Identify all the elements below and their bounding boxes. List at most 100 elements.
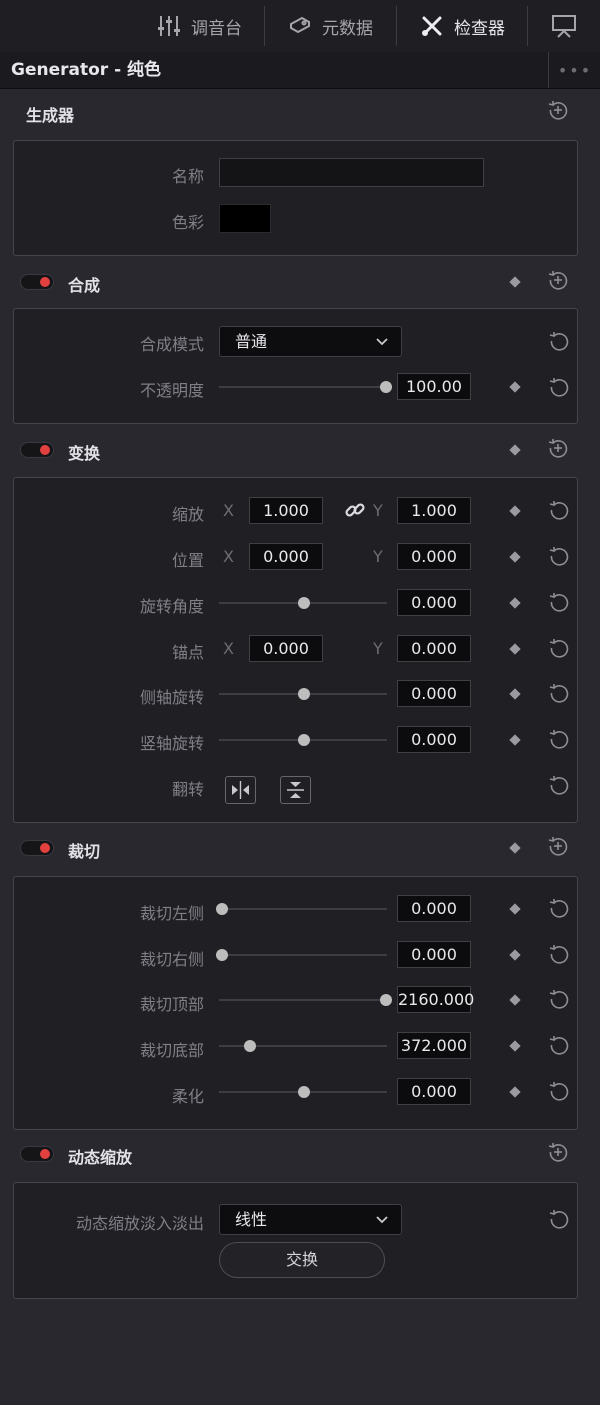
dynamic-zoom-toggle[interactable]	[20, 1146, 54, 1162]
reset-icon[interactable]	[549, 546, 569, 566]
mixer-icon	[158, 16, 180, 36]
keyframe-icon[interactable]	[509, 381, 521, 393]
yaw-value[interactable]: 0.000	[397, 726, 471, 753]
yaw-label: 竖轴旋转	[139, 734, 204, 753]
section-generator-title: 生成器	[26, 106, 75, 125]
keyframe-icon[interactable]	[509, 505, 521, 517]
keyframe-icon[interactable]	[509, 688, 521, 700]
flip-horizontal-icon	[232, 781, 249, 799]
title-bar: Generator - 纯色 •••	[0, 52, 600, 89]
dynamic-zoom-ease-dropdown[interactable]: 线性	[219, 1204, 402, 1235]
keyframe-icon[interactable]	[509, 994, 521, 1006]
keyframe-icon[interactable]	[509, 1086, 521, 1098]
reset-icon[interactable]	[549, 775, 569, 795]
composite-mode-value: 普通	[235, 332, 268, 351]
swap-button[interactable]: 交换	[219, 1242, 385, 1278]
reset-icon[interactable]	[549, 989, 569, 1009]
dynamic-zoom-panel: 动态缩放淡入淡出 线性 交换	[13, 1182, 578, 1299]
composite-mode-label: 合成模式	[139, 335, 204, 354]
crop-left-slider-knob[interactable]	[216, 903, 228, 915]
tab-mixer[interactable]: 调音台	[157, 0, 242, 52]
opacity-slider-knob[interactable]	[380, 381, 392, 393]
anchor-x-axis: X	[223, 639, 234, 658]
zoom-y-axis: Y	[373, 501, 383, 520]
crop-bottom-value[interactable]: 372.000	[397, 1032, 471, 1059]
flip-horizontal-button[interactable]	[225, 776, 256, 804]
anchor-x-value[interactable]: 0.000	[249, 635, 323, 662]
crop-right-slider-knob[interactable]	[216, 949, 228, 961]
reset-icon[interactable]	[549, 638, 569, 658]
anchor-y-value[interactable]: 0.000	[397, 635, 471, 662]
crop-toggle[interactable]	[20, 840, 54, 856]
crop-right-slider[interactable]	[219, 954, 387, 956]
tab-inspector[interactable]: 检查器	[420, 0, 505, 52]
reset-icon[interactable]	[549, 1209, 569, 1229]
keyframe-icon[interactable]	[509, 734, 521, 746]
top-toolbar: 调音台 元数据 检查器	[0, 0, 600, 53]
reset-section-icon[interactable]	[548, 270, 568, 290]
anchor-label: 锚点	[171, 643, 204, 662]
reset-icon[interactable]	[549, 1081, 569, 1101]
position-x-axis: X	[223, 547, 234, 566]
opacity-value[interactable]: 100.00	[397, 373, 471, 400]
crop-left-value[interactable]: 0.000	[397, 895, 471, 922]
keyframe-icon[interactable]	[509, 1040, 521, 1052]
crop-left-slider[interactable]	[219, 908, 387, 910]
crop-bottom-slider-knob[interactable]	[244, 1040, 256, 1052]
zoom-x-value[interactable]: 1.000	[249, 497, 323, 524]
reset-icon[interactable]	[549, 683, 569, 703]
color-swatch[interactable]	[219, 204, 271, 233]
reset-section-icon[interactable]	[548, 1142, 568, 1162]
reset-icon[interactable]	[549, 898, 569, 918]
pitch-slider-knob[interactable]	[298, 688, 310, 700]
tab-metadata[interactable]: 元数据	[288, 0, 373, 52]
link-icon[interactable]	[345, 500, 365, 520]
crop-panel: 裁切左侧 0.000 裁切右侧 0.000 裁切顶部 2160.000 裁切底部…	[13, 876, 578, 1130]
keyframe-icon[interactable]	[509, 444, 521, 456]
crop-left-label: 裁切左侧	[139, 904, 204, 923]
tab-display[interactable]	[551, 0, 577, 52]
reset-icon[interactable]	[549, 331, 569, 351]
more-options-button[interactable]: •••	[548, 52, 600, 88]
crop-top-slider-knob[interactable]	[380, 994, 392, 1006]
dynamic-zoom-ease-value: 线性	[235, 1210, 268, 1229]
yaw-slider-knob[interactable]	[298, 734, 310, 746]
position-label: 位置	[171, 551, 204, 570]
reset-icon[interactable]	[549, 944, 569, 964]
composite-mode-dropdown[interactable]: 普通	[219, 326, 402, 357]
reset-icon[interactable]	[549, 592, 569, 612]
reset-section-icon[interactable]	[548, 438, 568, 458]
reset-section-icon[interactable]	[548, 100, 568, 120]
crop-soft-value[interactable]: 0.000	[397, 1078, 471, 1105]
keyframe-icon[interactable]	[509, 276, 521, 288]
crop-top-slider[interactable]	[219, 999, 387, 1001]
tab-inspector-label: 检查器	[454, 18, 505, 39]
name-field[interactable]	[219, 158, 484, 187]
rotation-slider-knob[interactable]	[298, 597, 310, 609]
keyframe-icon[interactable]	[509, 949, 521, 961]
pitch-value[interactable]: 0.000	[397, 680, 471, 707]
reset-icon[interactable]	[549, 1035, 569, 1055]
crop-top-value[interactable]: 2160.000	[397, 986, 474, 1013]
transform-toggle[interactable]	[20, 442, 54, 458]
zoom-x-axis: X	[223, 501, 234, 520]
reset-icon[interactable]	[549, 377, 569, 397]
zoom-y-value[interactable]: 1.000	[397, 497, 471, 524]
position-x-value[interactable]: 0.000	[249, 543, 323, 570]
reset-section-icon[interactable]	[548, 836, 568, 856]
rotation-value[interactable]: 0.000	[397, 589, 471, 616]
crop-right-value[interactable]: 0.000	[397, 941, 471, 968]
flip-vertical-button[interactable]	[280, 776, 311, 804]
reset-icon[interactable]	[549, 729, 569, 749]
crop-soft-slider-knob[interactable]	[298, 1086, 310, 1098]
keyframe-icon[interactable]	[509, 551, 521, 563]
composite-toggle[interactable]	[20, 274, 54, 290]
opacity-slider[interactable]	[219, 386, 385, 388]
position-y-value[interactable]: 0.000	[397, 543, 471, 570]
keyframe-icon[interactable]	[509, 643, 521, 655]
chevron-down-icon	[376, 1216, 388, 1224]
keyframe-icon[interactable]	[509, 597, 521, 609]
keyframe-icon[interactable]	[509, 842, 521, 854]
reset-icon[interactable]	[549, 500, 569, 520]
keyframe-icon[interactable]	[509, 903, 521, 915]
